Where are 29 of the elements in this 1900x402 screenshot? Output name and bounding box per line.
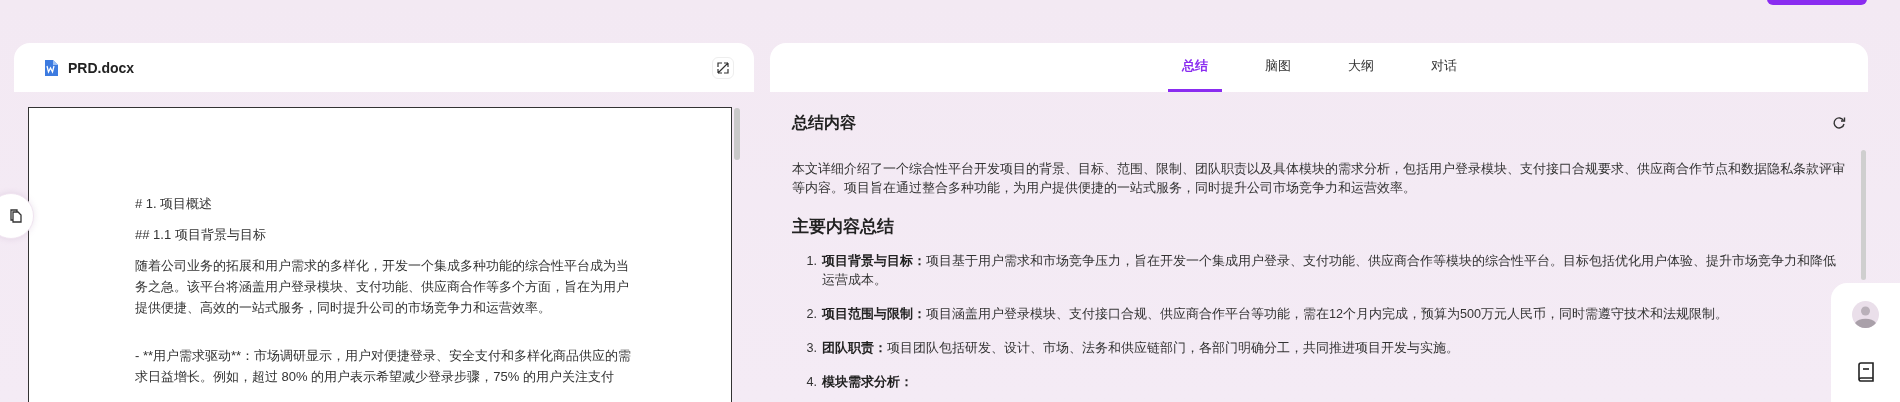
document-icon bbox=[44, 59, 58, 76]
list-number: 4. bbox=[805, 374, 818, 391]
document-heading: # 1. 项目概述 bbox=[135, 195, 214, 213]
list-item-text: 项目背景与目标：项目基于用户需求和市场竞争压力，旨在开发一个集成用户登录、支付功能、供应商合作等模块的综合性平台。目标包括优化用户体验、提升市场竞争力和降低运营成本。 bbox=[822, 253, 1837, 289]
document-paragraph: - **用户需求驱动**：市场调研显示，用户对便捷登录、安全支付和多样化商品供应的需求日益增长。例如，超过 80% 的用户表示希望减少登录步骤，75% 的用户关注支付 bbox=[135, 347, 633, 386]
copy-button[interactable] bbox=[0, 193, 34, 239]
document-paragraph: 随着公司业务的拓展和用户需求的多样化，开发一个集成多种功能的综合性平台成为当务之急。该平台将涵盖用户登录模块、支付功能、供应商合作等多个方面，旨在为用户提供便捷、高效的一站式服务，同时提升公司的市场竞争力和运营效率。 bbox=[135, 257, 630, 317]
document-heading: ## 1.1 项目背景与目标 bbox=[135, 226, 267, 244]
tab[interactable]: 对话 bbox=[1416, 43, 1471, 92]
refresh-icon[interactable] bbox=[1832, 116, 1846, 130]
scrollbar[interactable] bbox=[734, 108, 740, 160]
copy-icon bbox=[9, 208, 23, 224]
list-number: 2. bbox=[805, 306, 818, 323]
book-icon[interactable] bbox=[1856, 362, 1875, 382]
scrollbar[interactable] bbox=[1861, 150, 1866, 280]
expand-button[interactable] bbox=[712, 56, 734, 79]
list-item-text: 团队职责：项目团队包括研发、设计、市场、法务和供应链部门，各部门明确分工，共同推进项目开发与实施。 bbox=[822, 340, 1460, 357]
list-number: 1. bbox=[805, 253, 818, 270]
tab[interactable]: 大纲 bbox=[1333, 43, 1388, 92]
list-item-text: 项目范围与限制：项目涵盖用户登录模块、支付接口合规、供应商合作平台等功能，需在12个月内完成，预算为500万元人民币，同时需遵守技术和法规限制。 bbox=[822, 306, 1730, 323]
list-item-text: 模块需求分析： bbox=[822, 374, 914, 391]
section-title: 总结内容 bbox=[792, 112, 856, 133]
list-number: 3. bbox=[805, 340, 818, 357]
expand-icon bbox=[717, 61, 729, 74]
file-name: PRD.docx bbox=[68, 59, 136, 76]
summary-paragraph: 本文详细介绍了一个综合性平台开发项目的背景、目标、范围、限制、团队职责以及具体模块的需求分析，包括用户登录模块、支付接口合规要求、供应商合作节点和数据隐私条款评审等内容。项目旨在通过整合多种功能，为用户提供便捷的一站式服务，同时提升公司市场竞争力和运营效率。 bbox=[792, 161, 1846, 197]
section-heading: 主要内容总结 bbox=[792, 216, 895, 237]
tab[interactable]: 脑图 bbox=[1250, 43, 1305, 92]
tab[interactable]: 总结 bbox=[1167, 43, 1222, 92]
